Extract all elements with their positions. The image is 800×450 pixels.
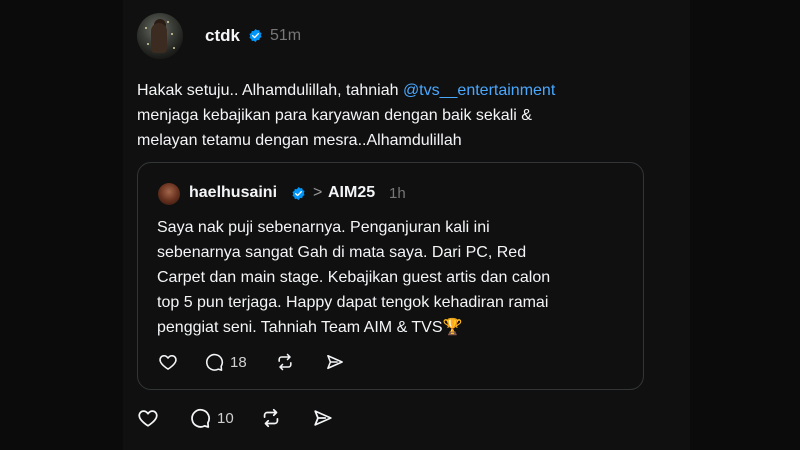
like-button[interactable] (137, 407, 159, 429)
post-body: Hakak setuju.. Alhamdulillah, tahniah @t… (137, 78, 677, 153)
comment-button[interactable]: 10 (189, 407, 234, 429)
left-margin (0, 0, 123, 450)
quoted-body: Saya nak puji sebenarnya. Penganjuran ka… (157, 215, 637, 340)
quoted-like-button[interactable] (158, 352, 178, 372)
quoted-body-line: Carpet dan main stage. Kebajikan guest a… (157, 269, 551, 286)
mention-link[interactable]: @tvs__entertainment (403, 82, 555, 99)
post-timestamp: 51m (270, 27, 302, 44)
chevron-right-icon: > (313, 184, 323, 201)
reply-count: 10 (217, 409, 234, 427)
repost-icon (263, 408, 279, 428)
quoted-timestamp: 1h (389, 185, 406, 202)
quoted-comment-button[interactable]: 18 (204, 352, 247, 372)
quoted-share-button[interactable] (325, 352, 345, 372)
thread-post: ctdk 51m Hakak setuju.. Alhamdulillah, t… (123, 0, 690, 450)
quoted-repost-button[interactable] (275, 352, 295, 372)
quoted-username[interactable]: haelhusaini (189, 184, 277, 202)
quoted-topic-tag[interactable]: AIM25 (328, 184, 375, 202)
comment-icon (191, 408, 210, 428)
right-margin (690, 0, 800, 450)
heart-icon (159, 354, 177, 370)
quoted-body-line: sebenarnya sangat Gah di mata saya. Dari… (157, 244, 527, 261)
verified-badge-icon (292, 186, 305, 201)
repost-button[interactable] (260, 407, 282, 429)
post-body-line-3: melayan tetamu dengan mesra..Alhamdulill… (137, 132, 462, 149)
share-icon (327, 354, 343, 370)
share-button[interactable] (312, 407, 334, 429)
quoted-body-line: Saya nak puji sebenarnya. Penganjuran ka… (157, 219, 490, 236)
post-body-line-1: Hakak setuju.. Alhamdulillah, tahniah @t… (137, 78, 677, 103)
repost-icon (278, 353, 292, 371)
post-body-text: Hakak setuju.. Alhamdulillah, tahniah (137, 82, 403, 99)
quoted-reply-count: 18 (230, 353, 247, 371)
quoted-post-card[interactable]: haelhusaini > AIM25 1h Saya nak puji seb… (137, 162, 644, 390)
post-username[interactable]: ctdk (205, 26, 240, 46)
quoted-body-line: penggiat seni. Tahniah Team AIM & TVS🏆 (157, 319, 463, 336)
post-body-line-2: menjaga kebajikan para karyawan dengan b… (137, 107, 532, 124)
heart-icon (138, 410, 158, 427)
quoted-body-line: top 5 pun terjaga. Happy dapat tengok ke… (157, 294, 549, 311)
quoted-avatar[interactable] (158, 183, 180, 205)
share-icon (314, 410, 332, 426)
avatar[interactable] (137, 13, 183, 59)
verified-badge-icon (249, 28, 262, 43)
comment-icon (206, 353, 224, 371)
